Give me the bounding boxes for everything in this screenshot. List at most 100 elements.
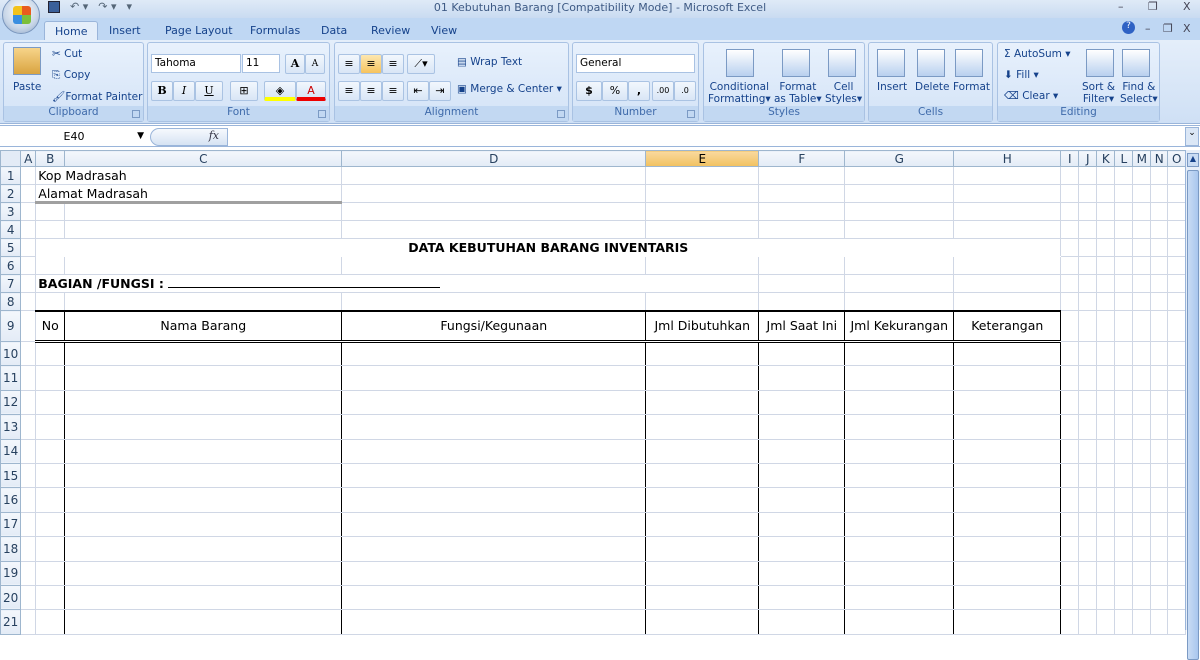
help-icon[interactable]: ? bbox=[1122, 21, 1135, 34]
font-name-select[interactable]: Tahoma bbox=[151, 54, 241, 73]
cell-M20[interactable] bbox=[1132, 584, 1152, 611]
table-cell[interactable] bbox=[645, 609, 760, 635]
table-header-0[interactable]: No bbox=[35, 309, 66, 343]
cell-D6[interactable] bbox=[341, 256, 647, 275]
cell-H2[interactable] bbox=[953, 184, 1062, 203]
column-header-A[interactable]: A bbox=[20, 150, 37, 167]
cell-M16[interactable] bbox=[1132, 487, 1152, 513]
formula-input[interactable] bbox=[232, 128, 1182, 145]
cell-M5[interactable] bbox=[1132, 238, 1152, 257]
row-header-13[interactable]: 13 bbox=[0, 414, 22, 440]
table-cell[interactable] bbox=[844, 511, 955, 538]
table-cell[interactable] bbox=[64, 389, 343, 416]
cell-O11[interactable] bbox=[1167, 365, 1187, 391]
table-cell[interactable] bbox=[35, 609, 66, 635]
dialog-launcher-icon[interactable] bbox=[687, 110, 695, 118]
cell-M1[interactable] bbox=[1132, 166, 1152, 185]
table-cell[interactable] bbox=[341, 560, 647, 586]
cell-K11[interactable] bbox=[1096, 365, 1116, 391]
cell-O2[interactable] bbox=[1167, 184, 1187, 203]
cell-J14[interactable] bbox=[1078, 438, 1098, 464]
cell-I4[interactable] bbox=[1060, 220, 1080, 239]
cell-N3[interactable] bbox=[1150, 202, 1169, 221]
cell-K13[interactable] bbox=[1096, 414, 1116, 440]
cell-B4[interactable] bbox=[35, 220, 66, 239]
table-cell[interactable] bbox=[645, 365, 760, 391]
table-cell[interactable] bbox=[64, 536, 343, 562]
align-middle-button[interactable]: ≡ bbox=[360, 54, 382, 74]
column-header-M[interactable]: M bbox=[1132, 150, 1152, 167]
cell-I7[interactable] bbox=[1060, 274, 1080, 293]
cell-K17[interactable] bbox=[1096, 511, 1116, 538]
table-cell[interactable] bbox=[35, 414, 66, 440]
table-header-1[interactable]: Nama Barang bbox=[64, 309, 343, 343]
cell-N16[interactable] bbox=[1150, 487, 1169, 513]
cell-N21[interactable] bbox=[1150, 609, 1169, 635]
cell-A13[interactable] bbox=[20, 414, 37, 440]
table-cell[interactable] bbox=[758, 584, 846, 611]
table-cell[interactable] bbox=[35, 584, 66, 611]
dialog-launcher-icon[interactable] bbox=[132, 110, 140, 118]
doc-close-button[interactable]: X bbox=[1183, 22, 1191, 35]
autosum-button[interactable]: Σ AutoSum ▾ bbox=[1004, 48, 1071, 60]
cell-L11[interactable] bbox=[1114, 365, 1134, 391]
cell-A3[interactable] bbox=[20, 202, 37, 221]
cell-C6[interactable] bbox=[64, 256, 343, 275]
scroll-up-button[interactable]: ▲ bbox=[1187, 153, 1199, 167]
cell-M18[interactable] bbox=[1132, 536, 1152, 562]
table-cell[interactable] bbox=[953, 584, 1062, 611]
cell-M19[interactable] bbox=[1132, 560, 1152, 586]
wrap-text-button[interactable]: ▤ Wrap Text bbox=[457, 56, 522, 68]
cell-I19[interactable] bbox=[1060, 560, 1080, 586]
scrollbar-thumb[interactable] bbox=[1187, 170, 1199, 660]
cell-M8[interactable] bbox=[1132, 292, 1152, 311]
cell-L7[interactable] bbox=[1114, 274, 1134, 293]
cell-A15[interactable] bbox=[20, 462, 37, 489]
row-header-10[interactable]: 10 bbox=[0, 340, 22, 367]
cell-K20[interactable] bbox=[1096, 584, 1116, 611]
decrease-decimal-button[interactable]: .0 bbox=[674, 81, 696, 101]
cut-button[interactable]: ✂ Cut bbox=[52, 48, 82, 60]
cell-J6[interactable] bbox=[1078, 256, 1098, 275]
cell-J10[interactable] bbox=[1078, 340, 1098, 367]
cell-K19[interactable] bbox=[1096, 560, 1116, 586]
cell-C8[interactable] bbox=[64, 292, 343, 311]
cell-N15[interactable] bbox=[1150, 462, 1169, 489]
cell-M12[interactable] bbox=[1132, 389, 1152, 416]
cell-L14[interactable] bbox=[1114, 438, 1134, 464]
column-header-C[interactable]: C bbox=[64, 150, 343, 167]
cell-L13[interactable] bbox=[1114, 414, 1134, 440]
table-cell[interactable] bbox=[64, 340, 343, 367]
cell-N11[interactable] bbox=[1150, 365, 1169, 391]
cell-I10[interactable] bbox=[1060, 340, 1080, 367]
row-header-19[interactable]: 19 bbox=[0, 560, 22, 586]
cell-N13[interactable] bbox=[1150, 414, 1169, 440]
cell-H8[interactable] bbox=[953, 292, 1062, 311]
cell-J9[interactable] bbox=[1078, 310, 1098, 342]
cell-N4[interactable] bbox=[1150, 220, 1169, 239]
table-cell[interactable] bbox=[35, 487, 66, 513]
cell-L2[interactable] bbox=[1114, 184, 1134, 203]
cell-L1[interactable] bbox=[1114, 166, 1134, 185]
table-cell[interactable] bbox=[844, 438, 955, 464]
cell-I17[interactable] bbox=[1060, 511, 1080, 538]
table-cell[interactable] bbox=[35, 560, 66, 586]
cell-I13[interactable] bbox=[1060, 414, 1080, 440]
format-painter-button[interactable]: 🖌Format Painter bbox=[52, 90, 142, 103]
table-cell[interactable] bbox=[64, 438, 343, 464]
table-header-5[interactable]: Jml Kekurangan bbox=[844, 309, 955, 343]
cell-L6[interactable] bbox=[1114, 256, 1134, 275]
cell-K1[interactable] bbox=[1096, 166, 1116, 185]
column-header-G[interactable]: G bbox=[844, 150, 955, 167]
cell-K6[interactable] bbox=[1096, 256, 1116, 275]
cell-N7[interactable] bbox=[1150, 274, 1169, 293]
table-cell[interactable] bbox=[758, 340, 846, 367]
cell-L4[interactable] bbox=[1114, 220, 1134, 239]
table-cell[interactable] bbox=[645, 487, 760, 513]
cell-L5[interactable] bbox=[1114, 238, 1134, 257]
table-cell[interactable] bbox=[953, 462, 1062, 489]
table-cell[interactable] bbox=[645, 560, 760, 586]
cell-J7[interactable] bbox=[1078, 274, 1098, 293]
table-cell[interactable] bbox=[844, 365, 955, 391]
tab-page-layout[interactable]: Page Layout bbox=[155, 21, 243, 40]
